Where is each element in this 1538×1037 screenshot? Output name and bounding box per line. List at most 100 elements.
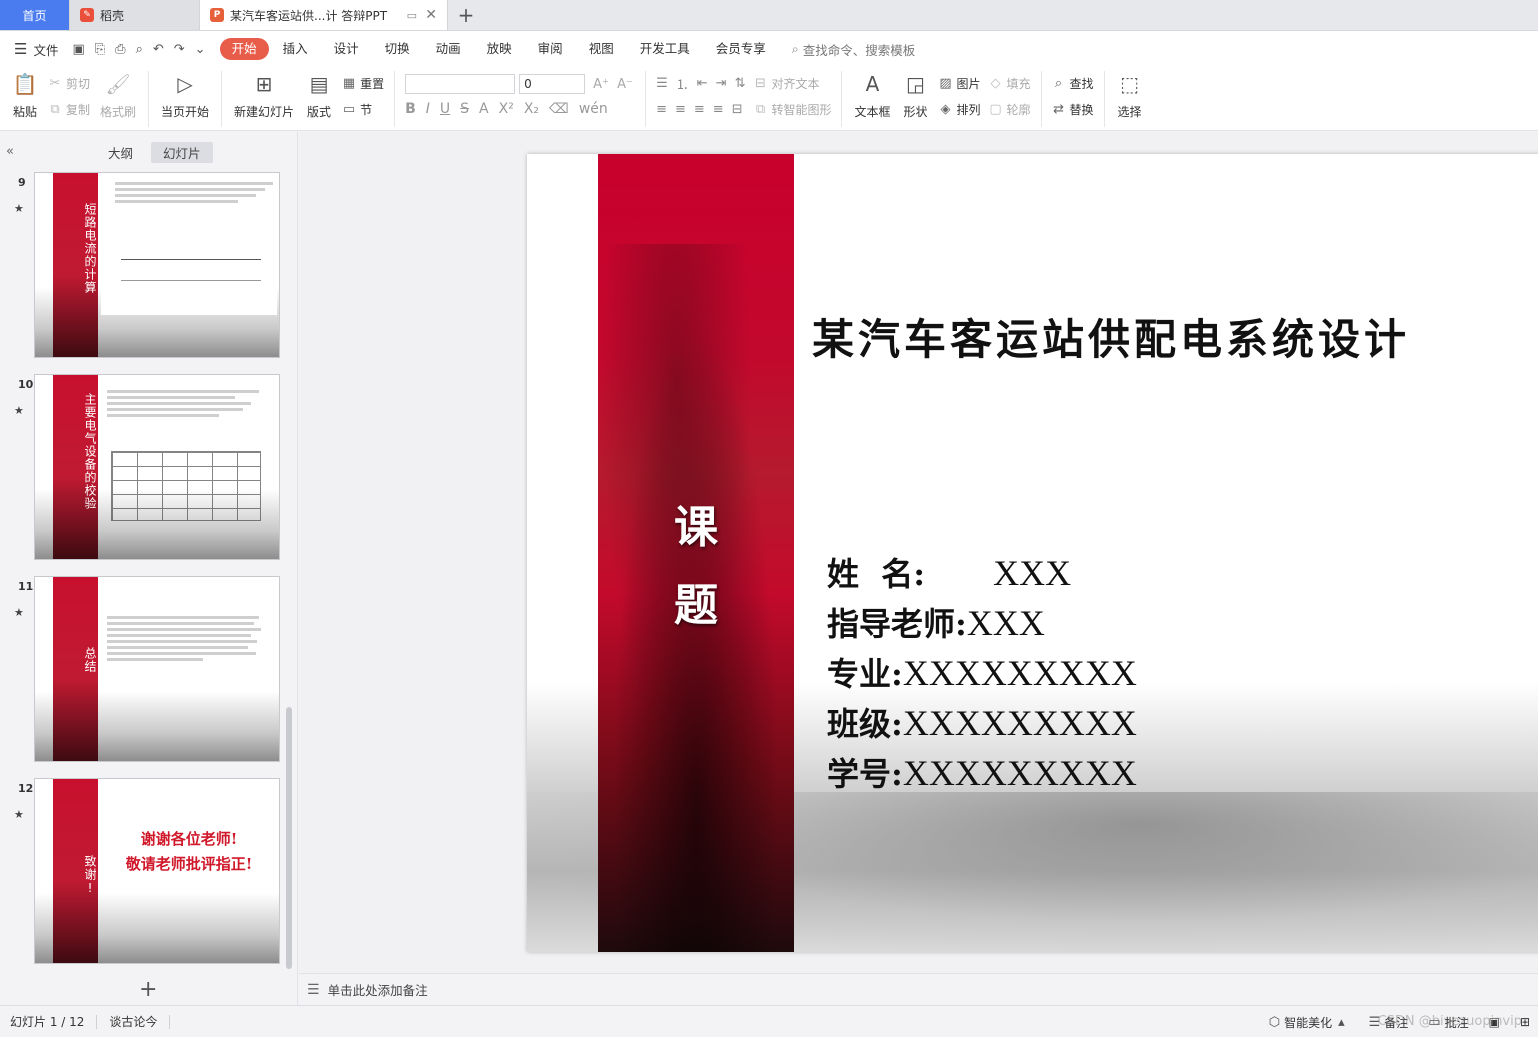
align-left-icon[interactable]: ≡ bbox=[656, 102, 667, 117]
export-icon[interactable]: ⎘ bbox=[95, 42, 105, 57]
brush-icon: 🖌 bbox=[105, 72, 131, 96]
font-size-select[interactable]: 0 bbox=[519, 74, 586, 94]
tab-outline[interactable]: 大纲 bbox=[96, 142, 145, 163]
layout-button[interactable]: ▤ 版式 bbox=[300, 71, 338, 120]
arrange-button[interactable]: ◈ 排列 bbox=[939, 99, 981, 119]
justify-icon[interactable]: ≡ bbox=[713, 102, 724, 117]
menu-tab-slideshow[interactable]: 放映 bbox=[475, 38, 524, 60]
picture-button[interactable]: ▨ 图片 bbox=[939, 73, 980, 93]
fill-label: 填充 bbox=[1006, 76, 1031, 91]
current-slide[interactable]: 课 题 某汽车客运站供配电系统设计 姓 名: XXX 指导老师: XXX 专业:… bbox=[527, 154, 1538, 952]
textbox-button[interactable]: A 文本框 bbox=[848, 71, 896, 120]
new-tab-button[interactable]: + bbox=[448, 0, 484, 30]
bold-icon[interactable]: B bbox=[405, 101, 416, 117]
from-current-button[interactable]: ▷ 当页开始 bbox=[155, 71, 215, 120]
outline-label: 轮廓 bbox=[1006, 102, 1031, 117]
menu-tab-view[interactable]: 视图 bbox=[577, 38, 626, 60]
tab-document-label: 某汽车客运站供...计 答辩PPT bbox=[230, 8, 388, 23]
fill-button[interactable]: ◇ 填充 bbox=[989, 73, 1031, 93]
shrink-font-icon[interactable]: A⁻ bbox=[617, 77, 633, 92]
replace-icon: ⇄ bbox=[1053, 101, 1064, 117]
reset-button[interactable]: ▦ 重置 bbox=[342, 73, 384, 93]
text-line bbox=[107, 402, 251, 405]
print-preview-icon[interactable]: ⌕ bbox=[136, 42, 143, 57]
slide-number: 10 bbox=[18, 378, 34, 391]
decrease-indent-icon[interactable]: ⇤ bbox=[697, 76, 708, 91]
paste-button[interactable]: 📋 粘贴 bbox=[6, 71, 44, 120]
band-title[interactable]: 课 题 bbox=[598, 489, 794, 645]
grow-font-icon[interactable]: A⁺ bbox=[593, 77, 609, 92]
smart-art-button[interactable]: ⧉ 转智能图形 bbox=[753, 99, 832, 119]
menu-tab-member[interactable]: 会员专享 bbox=[704, 38, 778, 60]
picture-icon: ▨ bbox=[939, 75, 952, 91]
scissors-icon: ✂ bbox=[49, 75, 61, 91]
info-block[interactable]: 姓 名: XXX 指导老师: XXX 专业: XXXXXXXXX 班级: XXX… bbox=[827, 549, 1137, 799]
new-slide-button[interactable]: ⊞ 新建幻灯片 bbox=[228, 71, 300, 120]
paste-label: 粘贴 bbox=[12, 105, 37, 119]
slide-thumbnail-10[interactable]: 10 ★ 主要电气设备的校验 bbox=[0, 374, 290, 562]
theme-name[interactable]: 谈古论今 bbox=[109, 1013, 157, 1030]
align-text-button[interactable]: ⊟ 对齐文本 bbox=[753, 73, 831, 93]
menu-tab-insert[interactable]: 插入 bbox=[271, 38, 320, 60]
undo-icon[interactable]: ↶ bbox=[153, 42, 164, 57]
tab-slides[interactable]: 幻灯片 bbox=[151, 141, 213, 163]
select-button[interactable]: ⬚ 选择 bbox=[1111, 71, 1149, 120]
strikethrough-icon[interactable]: S bbox=[460, 101, 469, 117]
menu-tab-animation[interactable]: 动画 bbox=[424, 38, 473, 60]
phonetic-icon[interactable]: wén bbox=[579, 101, 608, 117]
distribute-icon[interactable]: ⊟ bbox=[732, 102, 743, 117]
file-menu[interactable]: ☰ 文件 bbox=[14, 40, 58, 59]
textbox-label: 文本框 bbox=[854, 105, 891, 119]
menu-tab-home[interactable]: 开始 bbox=[219, 38, 269, 60]
align-center-icon[interactable]: ≡ bbox=[675, 102, 686, 117]
section-button[interactable]: ▭ 节 bbox=[342, 99, 384, 119]
slide-thumbnail-11[interactable]: 11 ★ 总结 bbox=[0, 576, 290, 764]
numbered-list-icon[interactable]: ⒈ bbox=[676, 74, 689, 93]
shape-icon: ◲ bbox=[906, 72, 925, 96]
menu-tab-transitions[interactable]: 切换 bbox=[373, 38, 422, 60]
tab-daoke[interactable]: ✎ 稻壳 bbox=[70, 0, 200, 30]
format-painter-button[interactable]: 🖌 格式刷 bbox=[94, 71, 142, 120]
find-button[interactable]: ⌕ 查找 bbox=[1052, 73, 1094, 93]
clear-format-icon[interactable]: ⌫ bbox=[549, 101, 569, 117]
copy-button[interactable]: ⧉ 复制 bbox=[48, 99, 90, 119]
slide-thumbnail-9[interactable]: 9 ★ 短路电流的计算 bbox=[0, 172, 290, 360]
command-search[interactable]: ⌕ 查找命令、搜索模板 bbox=[792, 40, 916, 59]
slide-title[interactable]: 某汽车客运站供配电系统设计 bbox=[812, 306, 1532, 367]
info-value: XXXXXXXXX bbox=[902, 753, 1137, 793]
table-grid bbox=[111, 451, 261, 521]
tab-home[interactable]: 首页 bbox=[0, 0, 70, 30]
slide-thumbnail-12[interactable]: 12 ★ 致谢! 谢谢各位老师! 敬请老师批评指正! bbox=[0, 778, 290, 966]
italic-icon[interactable]: I bbox=[426, 101, 430, 117]
menu-tab-review[interactable]: 审阅 bbox=[526, 38, 575, 60]
cut-button[interactable]: ✂ 剪切 bbox=[48, 73, 90, 93]
underline-icon[interactable]: U bbox=[440, 101, 450, 117]
replace-button[interactable]: ⇄ 替换 bbox=[1052, 99, 1093, 119]
increase-indent-icon[interactable]: ⇥ bbox=[716, 76, 727, 91]
tab-document[interactable]: P 某汽车客运站供...计 答辩PPT ▭ ✕ bbox=[200, 0, 448, 30]
outline-icon: ▢ bbox=[989, 101, 1002, 117]
save-icon[interactable]: ▣ bbox=[72, 42, 84, 57]
add-slide-plus-icon[interactable]: + bbox=[139, 977, 157, 1002]
bullet-list-icon[interactable]: ☰ bbox=[656, 76, 668, 91]
redo-icon[interactable]: ↷ bbox=[174, 42, 185, 57]
notes-bar[interactable]: ☰ 单击此处添加备注 bbox=[299, 973, 1538, 1005]
font-color-icon[interactable]: A bbox=[479, 101, 489, 117]
outline-button[interactable]: ▢ 轮廓 bbox=[989, 99, 1031, 119]
beautify-label: 智能美化 bbox=[1284, 1015, 1333, 1030]
customize-icon[interactable]: ⌄ bbox=[195, 42, 206, 57]
print-icon[interactable]: ⎙ bbox=[115, 42, 125, 57]
shape-button[interactable]: ◲ 形状 bbox=[897, 71, 935, 120]
superscript-icon[interactable]: X² bbox=[499, 101, 514, 117]
menu-tab-design[interactable]: 设计 bbox=[322, 38, 371, 60]
menu-tab-developer[interactable]: 开发工具 bbox=[628, 38, 702, 60]
align-right-icon[interactable]: ≡ bbox=[694, 102, 705, 117]
font-family-select[interactable] bbox=[405, 74, 516, 94]
collapse-panel-icon[interactable]: « bbox=[6, 144, 14, 159]
close-tab-icon[interactable]: ✕ bbox=[425, 7, 437, 23]
text-direction-icon[interactable]: ⇅ bbox=[735, 76, 746, 91]
monitor-icon[interactable]: ▭ bbox=[407, 9, 417, 22]
panel-scrollbar[interactable] bbox=[286, 707, 292, 969]
subscript-icon[interactable]: X₂ bbox=[524, 101, 539, 117]
beautify-button[interactable]: ⬡ 智能美化 ▴ bbox=[1269, 1014, 1349, 1031]
